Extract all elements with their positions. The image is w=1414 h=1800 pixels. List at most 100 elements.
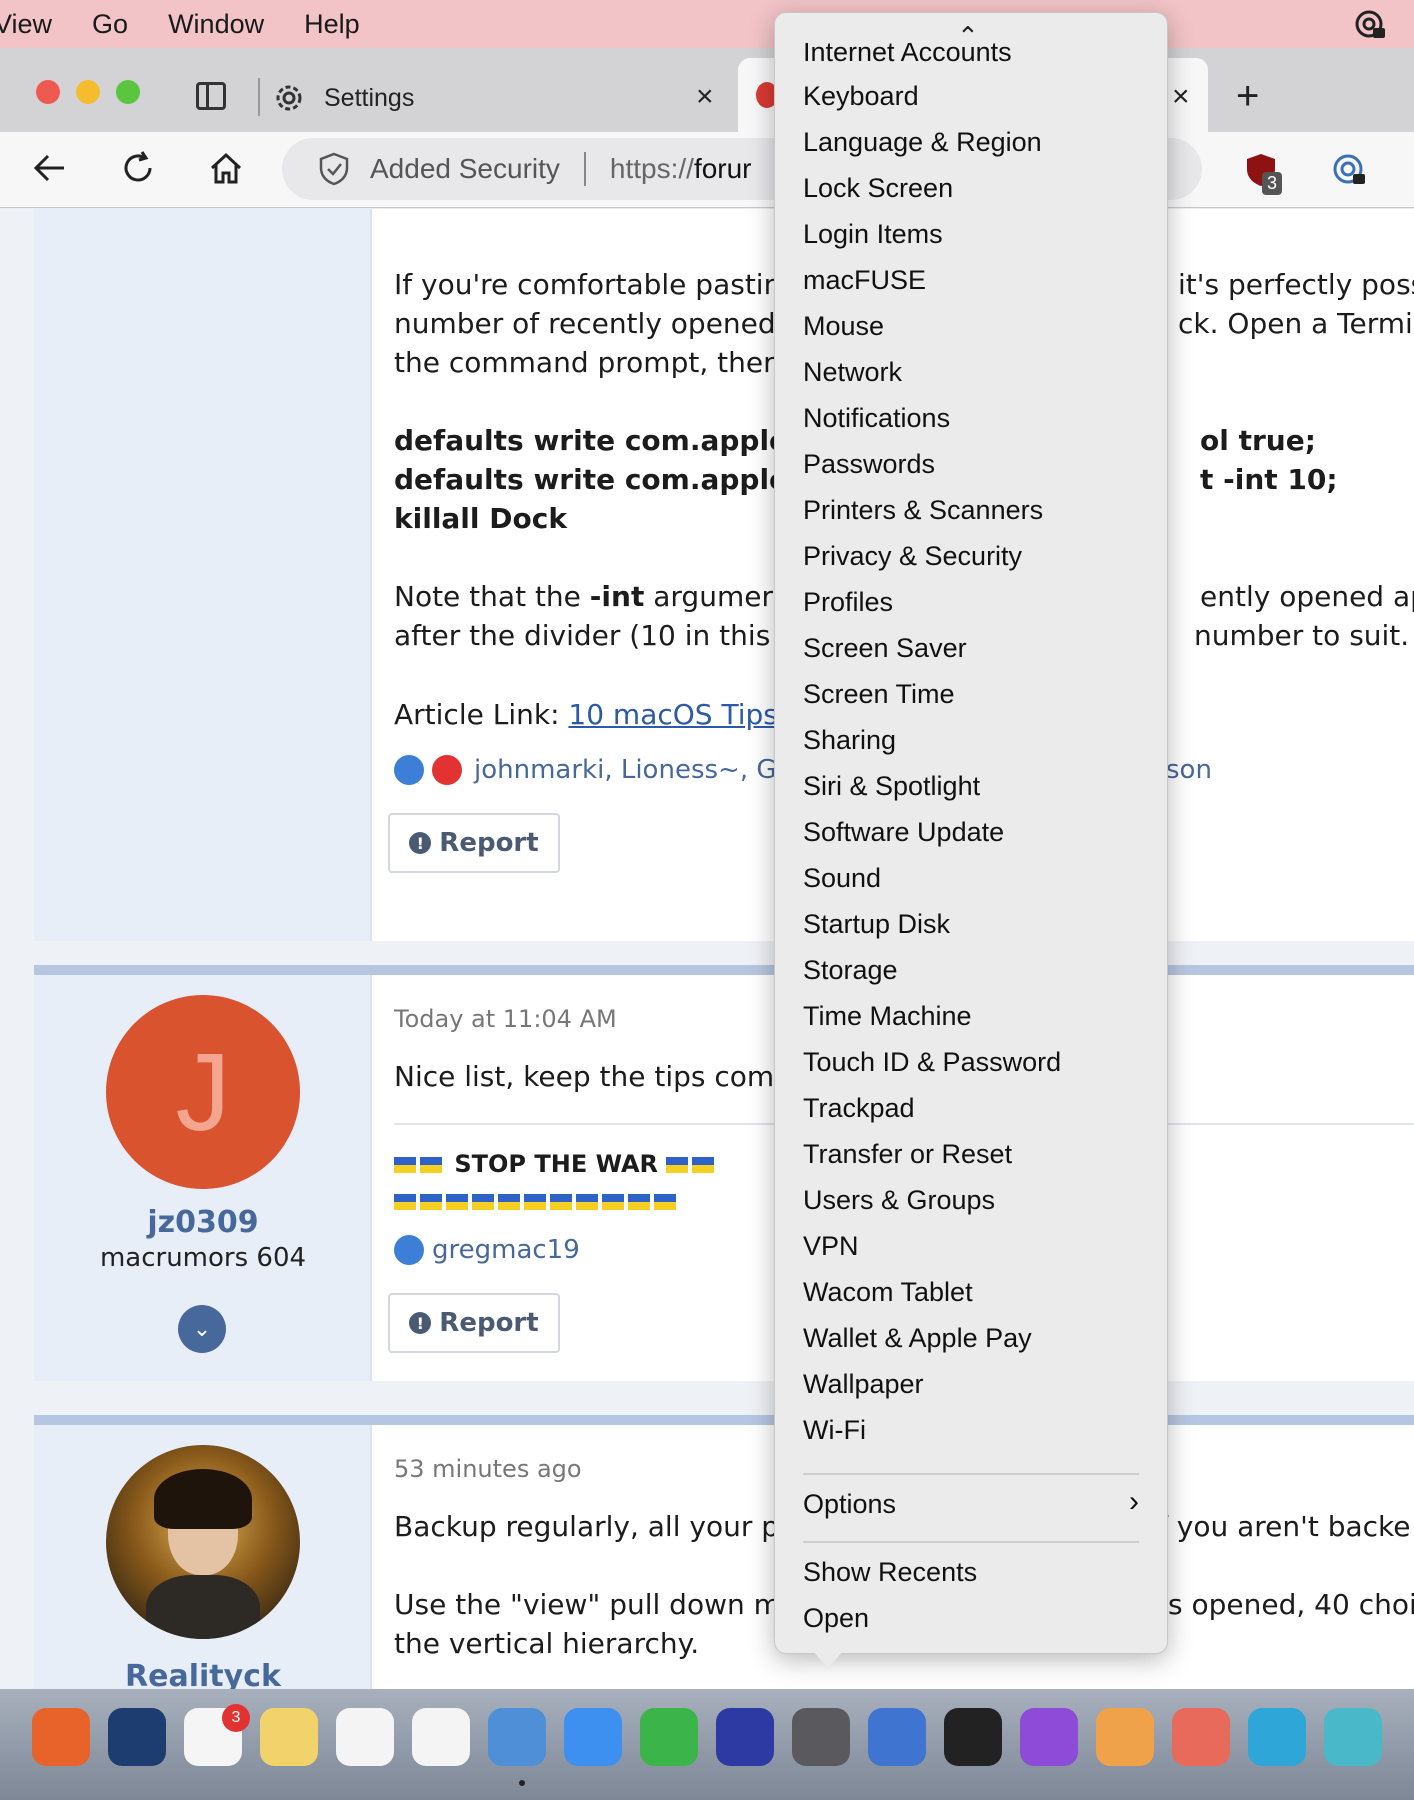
- 1password-icon[interactable]: [108, 1708, 166, 1766]
- menu-window[interactable]: Window: [148, 9, 284, 40]
- notes-icon[interactable]: [260, 1708, 318, 1766]
- post-timestamp[interactable]: 53 minutes ago: [394, 1455, 582, 1483]
- back-icon[interactable]: [30, 148, 70, 188]
- report-button[interactable]: ! Report: [388, 1293, 560, 1353]
- post-text-line: Backup regularly, all your p: [394, 1510, 780, 1543]
- preview-icon[interactable]: [868, 1708, 926, 1766]
- clipboard-icon[interactable]: [1324, 1708, 1382, 1766]
- reactions-users-tail[interactable]: son: [1166, 755, 1212, 785]
- menu-item-storage[interactable]: Storage: [803, 955, 898, 986]
- terminal-icon[interactable]: [944, 1708, 1002, 1766]
- post-text-line: If you're comfortable pastin: [394, 268, 782, 301]
- reactions-bar[interactable]: gregmac19: [394, 1235, 580, 1265]
- sidebar-toggle-icon[interactable]: [196, 82, 226, 110]
- menu-item-trackpad[interactable]: Trackpad: [803, 1093, 915, 1124]
- menu-item-printers-scanners[interactable]: Printers & Scanners: [803, 495, 1043, 526]
- menu-item-software-update[interactable]: Software Update: [803, 817, 1004, 848]
- menu-bar: View Go Window Help: [0, 0, 1414, 48]
- menu-item-wallet-apple-pay[interactable]: Wallet & Apple Pay: [803, 1323, 1032, 1354]
- system-settings-icon[interactable]: [792, 1708, 850, 1766]
- menu-item-network[interactable]: Network: [803, 357, 902, 388]
- signature-flags: [394, 1187, 680, 1215]
- menu-item-privacy-security[interactable]: Privacy & Security: [803, 541, 1022, 572]
- reactions-bar[interactable]: johnmarki, Lioness~, G: [394, 755, 777, 785]
- running-indicator: [519, 1780, 525, 1786]
- zoom-window-button[interactable]: [116, 80, 140, 104]
- post-text-line: ently opened apps: [1200, 580, 1414, 613]
- menu-item-transfer-or-reset[interactable]: Transfer or Reset: [803, 1139, 1012, 1170]
- reactions-users[interactable]: johnmarki, Lioness~, G: [474, 755, 777, 785]
- code-line: defaults write com.apple: [394, 463, 789, 496]
- post-text-line: the command prompt, ther: [394, 346, 775, 379]
- home-icon[interactable]: [206, 148, 246, 188]
- menu-item-macfuse[interactable]: macFUSE: [803, 265, 926, 296]
- menu-item-users-groups[interactable]: Users & Groups: [803, 1185, 995, 1216]
- forum-page: If you're comfortable pastin number of r…: [0, 209, 1414, 1689]
- report-button[interactable]: ! Report: [388, 813, 560, 873]
- username[interactable]: jz0309: [34, 1205, 372, 1240]
- like-reaction-icon: [394, 755, 424, 785]
- username[interactable]: Realityck: [34, 1659, 372, 1689]
- menu-item-profiles[interactable]: Profiles: [803, 587, 893, 618]
- menu-item-open[interactable]: Open: [803, 1603, 869, 1634]
- menu-item-login-items[interactable]: Login Items: [803, 219, 943, 250]
- freeform-icon[interactable]: [412, 1708, 470, 1766]
- menu-item-screen-time[interactable]: Screen Time: [803, 679, 955, 710]
- menu-item-wi-fi[interactable]: Wi-Fi: [803, 1415, 866, 1446]
- alert-icon: !: [409, 832, 432, 854]
- close-tab-settings-button[interactable]: ×: [696, 80, 714, 114]
- menu-view[interactable]: View: [0, 9, 72, 40]
- menu-item-partial[interactable]: Internet Accounts: [775, 43, 1169, 71]
- reactions-users[interactable]: gregmac19: [432, 1235, 580, 1265]
- menu-item-language-region[interactable]: Language & Region: [803, 127, 1042, 158]
- new-tab-button[interactable]: +: [1236, 74, 1259, 119]
- menu-item-startup-disk[interactable]: Startup Disk: [803, 909, 950, 940]
- post-text-line: after the divider (10 in this: [394, 619, 771, 652]
- menu-item-mouse[interactable]: Mouse: [803, 311, 884, 342]
- mail-icon[interactable]: [564, 1708, 622, 1766]
- menu-help[interactable]: Help: [284, 9, 380, 40]
- numbers-icon[interactable]: [640, 1708, 698, 1766]
- menu-item-sharing[interactable]: Sharing: [803, 725, 896, 756]
- feedback-icon[interactable]: [1020, 1708, 1078, 1766]
- keyboard-viewer-icon[interactable]: [1248, 1708, 1306, 1766]
- post-text-line: ck. Open a Termin: [1178, 307, 1414, 340]
- bbedit-icon[interactable]: [716, 1708, 774, 1766]
- menu-item-passwords[interactable]: Passwords: [803, 449, 935, 480]
- post-text-line: Use the "view" pull down m: [394, 1588, 781, 1621]
- privacy-extension-icon[interactable]: [1330, 150, 1370, 190]
- menu-item-touch-id-password[interactable]: Touch ID & Password: [803, 1047, 1061, 1078]
- mailspring-icon[interactable]: [488, 1708, 546, 1766]
- menu-item-time-machine[interactable]: Time Machine: [803, 1001, 972, 1032]
- menu-item-wacom-tablet[interactable]: Wacom Tablet: [803, 1277, 973, 1308]
- tab-settings[interactable]: Settings: [272, 66, 732, 130]
- firefox-icon[interactable]: [32, 1708, 90, 1766]
- avatar[interactable]: [106, 1445, 300, 1639]
- menu-item-keyboard[interactable]: Keyboard: [803, 81, 919, 112]
- post-timestamp[interactable]: Today at 11:04 AM: [394, 1005, 617, 1033]
- menu-item-vpn[interactable]: VPN: [803, 1231, 859, 1262]
- privacy-status-icon[interactable]: [1354, 8, 1388, 42]
- minimize-window-button[interactable]: [76, 80, 100, 104]
- menu-item-screen-saver[interactable]: Screen Saver: [803, 633, 967, 664]
- article-link[interactable]: 10 macOS Tips: [568, 698, 777, 731]
- reload-icon[interactable]: [118, 148, 158, 188]
- post-text-line: it's perfectly poss: [1178, 268, 1414, 301]
- photos-icon[interactable]: [336, 1708, 394, 1766]
- menu-item-wallpaper[interactable]: Wallpaper: [803, 1369, 924, 1400]
- menu-item-show-recents[interactable]: Show Recents: [803, 1557, 977, 1588]
- keyboard-icon[interactable]: [1172, 1708, 1230, 1766]
- code-line: ol true;: [1200, 424, 1316, 457]
- menu-item-siri-spotlight[interactable]: Siri & Spotlight: [803, 771, 980, 802]
- menu-item-notifications[interactable]: Notifications: [803, 403, 950, 434]
- close-tab-macrumors-button[interactable]: ×: [1172, 80, 1190, 114]
- menu-item-lock-screen[interactable]: Lock Screen: [803, 173, 953, 204]
- url-separator: [583, 152, 586, 186]
- menu-item-options[interactable]: Options: [803, 1489, 896, 1520]
- pages-icon[interactable]: [1096, 1708, 1154, 1766]
- avatar[interactable]: J: [106, 995, 300, 1189]
- close-window-button[interactable]: [36, 80, 60, 104]
- expand-user-info-button[interactable]: ⌄: [178, 1305, 226, 1353]
- menu-item-sound[interactable]: Sound: [803, 863, 881, 894]
- menu-go[interactable]: Go: [72, 9, 148, 40]
